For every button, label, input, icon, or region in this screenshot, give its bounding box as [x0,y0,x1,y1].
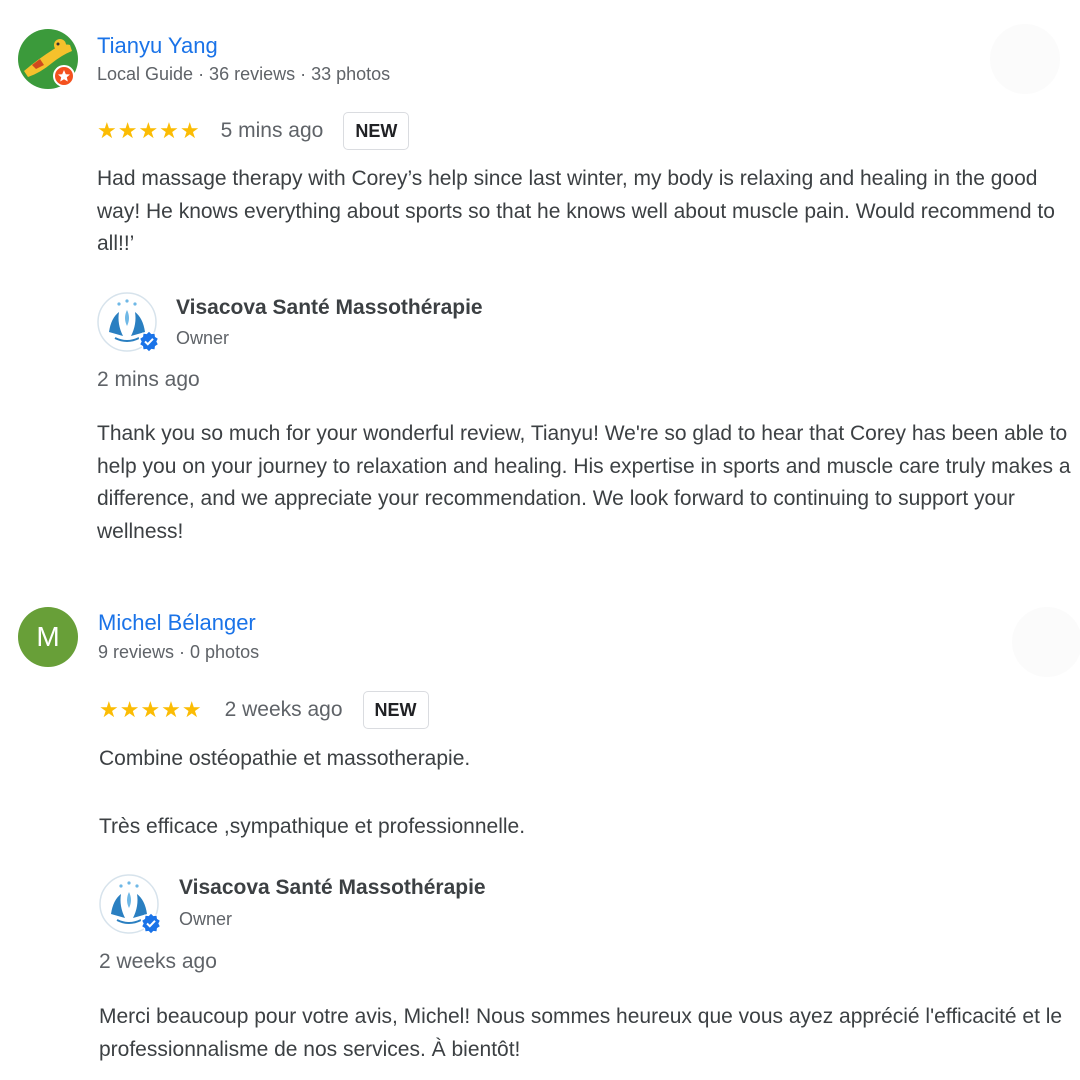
reviewer-name[interactable]: Michel Bélanger [98,610,256,636]
verified-check-icon [138,330,160,352]
owner-role: Owner [179,909,233,929]
owner-name[interactable]: Visacova Santé Massothérapie [179,876,486,900]
rating-row: ★★★★★ 2 weeks ago NEW [99,691,429,729]
review-text: Combine ostéopathie et massotherapie. Tr… [99,743,1069,878]
avatar-letter: M [18,607,78,667]
reviewer-name[interactable]: Tianyu Yang [97,33,218,59]
owner-avatar[interactable] [99,874,162,934]
new-badge: NEW [343,112,410,150]
owner-reply-text: Merci beaucoup pour votre avis, Michel! … [99,1005,1063,1061]
reply-time: 2 weeks ago [99,950,217,973]
review-text: Had massage therapy with Corey’s help si… [97,167,1055,255]
review-paragraph: Très efficace ,sympathique et profession… [99,814,526,838]
more-options-button[interactable] [1012,607,1080,677]
more-options-button[interactable] [990,24,1060,94]
reviewer-avatar[interactable]: M [18,607,78,667]
star-rating: ★★★★★ [99,697,203,722]
reviewer-avatar[interactable] [18,29,78,89]
review-time: 5 mins ago [220,119,324,142]
rating-row: ★★★★★ 5 mins ago NEW [97,112,410,150]
reviewer-meta: Local Guide · 36 reviews · 33 photos [97,64,391,84]
reviewer-meta: 9 reviews · 0 photos [98,642,260,662]
reply-time: 2 mins ago [97,368,200,391]
star-rating: ★★★★★ [97,118,201,143]
review-time: 2 weeks ago [224,698,343,721]
verified-check-icon [140,912,162,934]
review-paragraph: Combine ostéopathie et massotherapie. [99,747,471,770]
owner-name[interactable]: Visacova Santé Massothérapie [176,296,483,320]
owner-role: Owner [176,328,230,348]
owner-avatar[interactable] [97,292,160,352]
new-badge: NEW [362,691,429,729]
owner-reply-text: Thank you so much for your wonderful rev… [97,422,1071,543]
local-guide-star-icon [53,65,75,87]
